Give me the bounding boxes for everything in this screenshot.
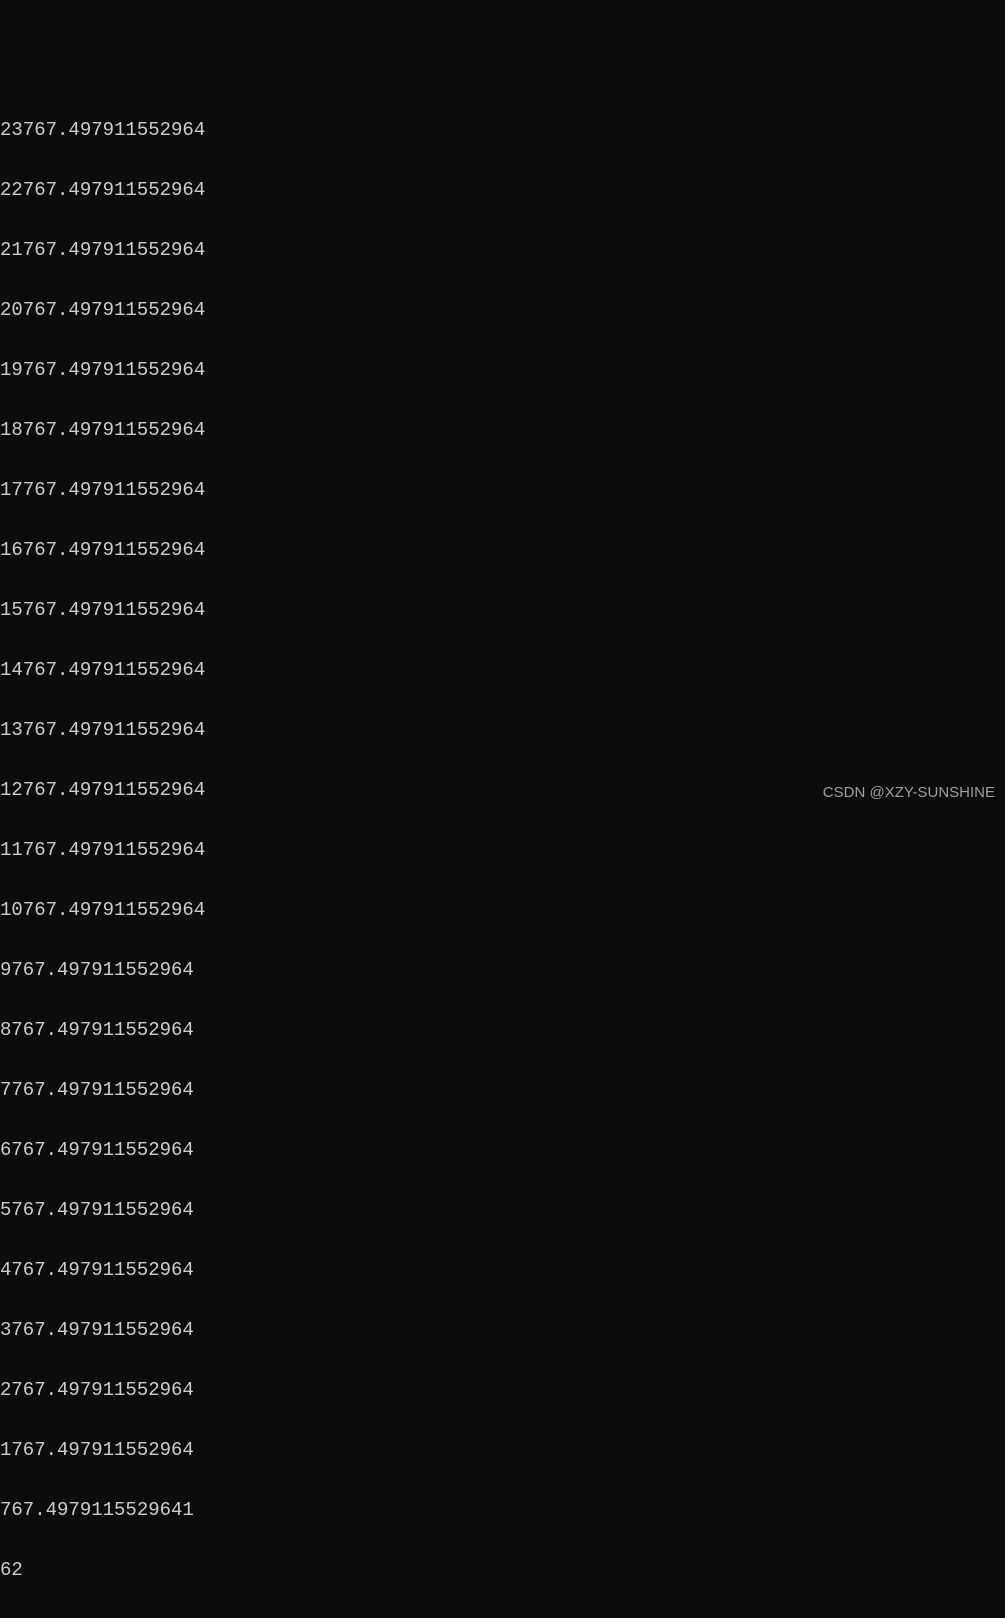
number-line: 7767.497911552964 <box>0 1080 1005 1100</box>
number-line: 16767.497911552964 <box>0 540 1005 560</box>
number-line: 20767.497911552964 <box>0 300 1005 320</box>
number-line: 3767.497911552964 <box>0 1320 1005 1340</box>
watermark-label: CSDN @XZY-SUNSHINE <box>823 783 995 803</box>
number-line: 1767.497911552964 <box>0 1440 1005 1460</box>
number-line: 4767.497911552964 <box>0 1260 1005 1280</box>
number-line: 19767.497911552964 <box>0 360 1005 380</box>
number-line: 11767.497911552964 <box>0 840 1005 860</box>
number-line: 15767.497911552964 <box>0 600 1005 620</box>
terminal-output: 23767.497911552964 22767.497911552964 21… <box>0 80 1005 1618</box>
number-line: 22767.497911552964 <box>0 180 1005 200</box>
number-line: 767.4979115529641 <box>0 1500 1005 1520</box>
number-line: 18767.497911552964 <box>0 420 1005 440</box>
number-line: 10767.497911552964 <box>0 900 1005 920</box>
number-line: 23767.497911552964 <box>0 120 1005 140</box>
number-line: 6767.497911552964 <box>0 1140 1005 1160</box>
number-line: 14767.497911552964 <box>0 660 1005 680</box>
number-line: 17767.497911552964 <box>0 480 1005 500</box>
number-line: 9767.497911552964 <box>0 960 1005 980</box>
number-line: 5767.497911552964 <box>0 1200 1005 1220</box>
number-line: 8767.497911552964 <box>0 1020 1005 1040</box>
number-line: 2767.497911552964 <box>0 1380 1005 1400</box>
number-line: 13767.497911552964 <box>0 720 1005 740</box>
number-line: 21767.497911552964 <box>0 240 1005 260</box>
number-line: 62 <box>0 1560 1005 1580</box>
